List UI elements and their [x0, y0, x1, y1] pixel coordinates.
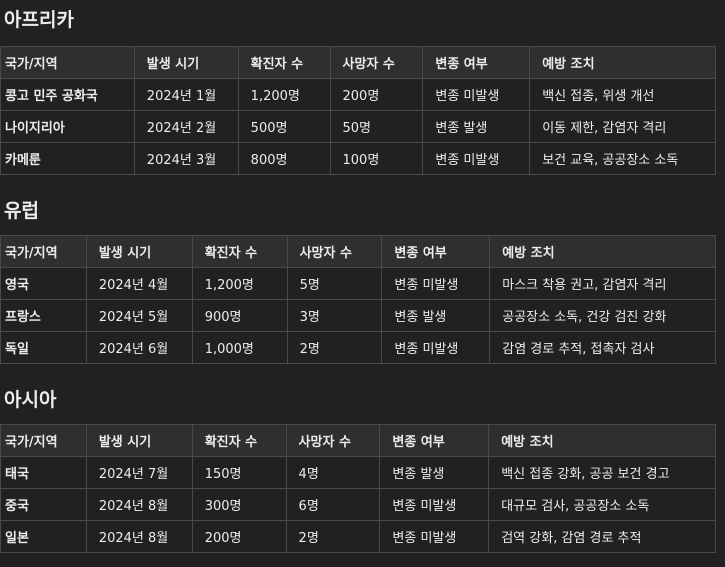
cell-country: 중국 [0, 488, 87, 521]
cell-cases: 1,200명 [237, 78, 331, 111]
cell-country: 독일 [0, 331, 87, 364]
cell-date: 2024년 6월 [85, 331, 193, 364]
cell-deaths: 4명 [285, 456, 381, 489]
column-header: 국가/지역 [0, 46, 135, 79]
cell-deaths: 200명 [329, 78, 424, 111]
section-title-asia: 아시아 [4, 389, 57, 411]
cell-country: 콩고 민주 공화국 [0, 78, 135, 111]
column-header: 예방 조치 [488, 424, 716, 457]
table-row: 독일 2024년 6월 1,000명 2명 변종 미발생 감염 경로 추적, 접… [0, 331, 716, 364]
column-header: 사망자 수 [286, 235, 383, 268]
cell-variant: 변종 미발생 [381, 267, 491, 300]
cell-prevention: 검역 강화, 감염 경로 추적 [488, 520, 716, 553]
column-header: 예방 조치 [529, 46, 716, 79]
cell-country: 카메룬 [0, 142, 135, 175]
table-header-row: 국가/지역 발생 시기 확진자 수 사망자 수 변종 여부 예방 조치 [0, 46, 716, 79]
column-header: 사망자 수 [329, 46, 424, 79]
cell-variant: 변종 미발생 [379, 488, 490, 521]
column-header: 발생 시기 [85, 235, 193, 268]
table-europe: 국가/지역 발생 시기 확진자 수 사망자 수 변종 여부 예방 조치 영국 2… [0, 235, 716, 364]
cell-cases: 150명 [191, 456, 287, 489]
section-title-europe: 유럽 [4, 200, 39, 222]
cell-date: 2024년 4월 [85, 267, 193, 300]
cell-prevention: 마스크 착용 권고, 감염자 격리 [489, 267, 716, 300]
cell-prevention: 백신 접종, 위생 개선 [529, 78, 716, 111]
cell-date: 2024년 5월 [85, 299, 193, 332]
cell-variant: 변종 발생 [422, 110, 531, 143]
cell-deaths: 2명 [286, 331, 383, 364]
cell-variant: 변종 미발생 [379, 520, 490, 553]
cell-variant: 변종 미발생 [381, 331, 491, 364]
column-header: 확진자 수 [237, 46, 331, 79]
table-row: 중국 2024년 8월 300명 6명 변종 미발생 대규모 검사, 공공장소 … [0, 488, 716, 521]
cell-variant: 변종 미발생 [422, 142, 531, 175]
cell-date: 2024년 8월 [85, 520, 193, 553]
cell-cases: 800명 [237, 142, 331, 175]
column-header: 발생 시기 [85, 424, 193, 457]
column-header: 변종 여부 [379, 424, 490, 457]
column-header: 확진자 수 [191, 235, 288, 268]
cell-cases: 1,200명 [191, 267, 288, 300]
column-header: 확진자 수 [191, 424, 287, 457]
table-row: 콩고 민주 공화국 2024년 1월 1,200명 200명 변종 미발생 백신… [0, 78, 716, 111]
page: 아프리카 국가/지역 발생 시기 확진자 수 사망자 수 변종 여부 예방 조치… [0, 0, 725, 567]
column-header: 변종 여부 [381, 235, 491, 268]
column-header: 국가/지역 [0, 235, 87, 268]
column-header: 사망자 수 [285, 424, 381, 457]
cell-prevention: 백신 접종 강화, 공공 보건 경고 [488, 456, 716, 489]
cell-cases: 300명 [191, 488, 287, 521]
table-row: 일본 2024년 8월 200명 2명 변종 미발생 검역 강화, 감염 경로 … [0, 520, 716, 553]
cell-prevention: 이동 제한, 감염자 격리 [529, 110, 716, 143]
cell-cases: 500명 [237, 110, 331, 143]
table-row: 나이지리아 2024년 2월 500명 50명 변종 발생 이동 제한, 감염자… [0, 110, 716, 143]
table-header-row: 국가/지역 발생 시기 확진자 수 사망자 수 변종 여부 예방 조치 [0, 235, 716, 268]
column-header: 발생 시기 [133, 46, 239, 79]
table-row: 태국 2024년 7월 150명 4명 변종 발생 백신 접종 강화, 공공 보… [0, 456, 716, 489]
cell-date: 2024년 1월 [133, 78, 239, 111]
table-row: 프랑스 2024년 5월 900명 3명 변종 발생 공공장소 소독, 건강 검… [0, 299, 716, 332]
cell-date: 2024년 7월 [85, 456, 193, 489]
section-title-africa: 아프리카 [4, 9, 74, 31]
cell-prevention: 공공장소 소독, 건강 검진 강화 [489, 299, 716, 332]
cell-deaths: 2명 [285, 520, 381, 553]
table-header-row: 국가/지역 발생 시기 확진자 수 사망자 수 변종 여부 예방 조치 [0, 424, 716, 457]
table-africa: 국가/지역 발생 시기 확진자 수 사망자 수 변종 여부 예방 조치 콩고 민… [0, 46, 716, 175]
table-row: 카메룬 2024년 3월 800명 100명 변종 미발생 보건 교육, 공공장… [0, 142, 716, 175]
column-header: 예방 조치 [489, 235, 716, 268]
cell-date: 2024년 2월 [133, 110, 239, 143]
cell-deaths: 3명 [286, 299, 383, 332]
cell-deaths: 6명 [285, 488, 381, 521]
cell-prevention: 보건 교육, 공공장소 소독 [529, 142, 716, 175]
cell-prevention: 대규모 검사, 공공장소 소독 [488, 488, 716, 521]
cell-country: 영국 [0, 267, 87, 300]
cell-date: 2024년 8월 [85, 488, 193, 521]
column-header: 변종 여부 [422, 46, 531, 79]
cell-variant: 변종 발생 [379, 456, 490, 489]
table-row: 영국 2024년 4월 1,200명 5명 변종 미발생 마스크 착용 권고, … [0, 267, 716, 300]
cell-country: 일본 [0, 520, 87, 553]
cell-prevention: 감염 경로 추적, 접촉자 검사 [489, 331, 716, 364]
table-asia: 국가/지역 발생 시기 확진자 수 사망자 수 변종 여부 예방 조치 태국 2… [0, 424, 716, 553]
cell-cases: 1,000명 [191, 331, 288, 364]
cell-variant: 변종 미발생 [422, 78, 531, 111]
cell-country: 프랑스 [0, 299, 87, 332]
cell-country: 나이지리아 [0, 110, 135, 143]
cell-country: 태국 [0, 456, 87, 489]
cell-deaths: 5명 [286, 267, 383, 300]
cell-cases: 200명 [191, 520, 287, 553]
cell-variant: 변종 발생 [381, 299, 491, 332]
cell-deaths: 50명 [329, 110, 424, 143]
column-header: 국가/지역 [0, 424, 87, 457]
cell-date: 2024년 3월 [133, 142, 239, 175]
cell-deaths: 100명 [329, 142, 424, 175]
cell-cases: 900명 [191, 299, 288, 332]
